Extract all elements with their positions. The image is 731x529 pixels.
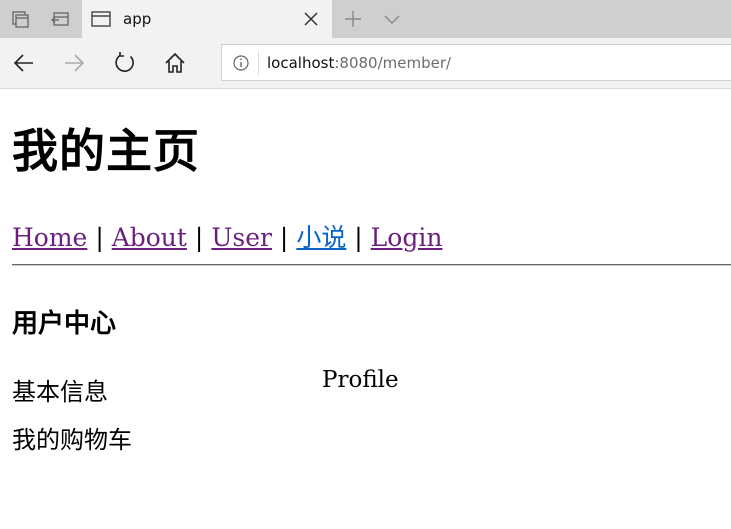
- refresh-icon[interactable]: [113, 51, 137, 75]
- page-title: 我的主页: [12, 124, 200, 178]
- url-path: :8080/member/: [334, 54, 452, 72]
- home-icon[interactable]: [163, 51, 187, 75]
- back-icon[interactable]: [12, 51, 36, 75]
- page-icon: [91, 11, 111, 27]
- set-aside-tabs-icon[interactable]: [50, 9, 70, 29]
- url-text[interactable]: localhost:8080/member/: [267, 54, 451, 72]
- info-icon[interactable]: [232, 54, 250, 72]
- active-tab[interactable]: app: [82, 0, 332, 38]
- menu-item-shopping-cart[interactable]: 我的购物车: [12, 420, 132, 455]
- tab-strip: app: [0, 0, 731, 38]
- nav-link-about[interactable]: About: [112, 223, 187, 252]
- divider: [12, 264, 731, 266]
- section-title: 用户中心: [12, 309, 117, 339]
- nav-link-novel[interactable]: 小说: [296, 223, 346, 252]
- address-separator: [258, 51, 259, 75]
- menu-item-basic-info[interactable]: 基本信息: [12, 372, 108, 407]
- tab-groups-icon[interactable]: [10, 9, 30, 29]
- tab-title: app: [123, 10, 152, 28]
- profile-view: Profile: [322, 367, 399, 393]
- chevron-down-icon[interactable]: [382, 9, 402, 29]
- nav-separator: |: [279, 223, 289, 252]
- nav-separator: |: [95, 223, 104, 252]
- navigation-bar: localhost:8080/member/: [0, 38, 731, 89]
- page-content: 我的主页 Home | About | User | 小说 | Login 用户…: [0, 89, 731, 529]
- nav-separator: |: [194, 223, 204, 252]
- address-bar[interactable]: localhost:8080/member/: [221, 44, 731, 81]
- nav-link-login[interactable]: Login: [371, 223, 443, 252]
- nav-separator: |: [354, 223, 363, 252]
- site-nav: Home | About | User | 小说 | Login: [12, 223, 442, 253]
- new-tab-icon[interactable]: [343, 9, 363, 29]
- close-icon[interactable]: [301, 9, 321, 29]
- url-host: localhost: [267, 54, 335, 72]
- nav-link-home[interactable]: Home: [12, 223, 87, 252]
- nav-link-user[interactable]: User: [211, 223, 272, 252]
- forward-icon[interactable]: [62, 51, 86, 75]
